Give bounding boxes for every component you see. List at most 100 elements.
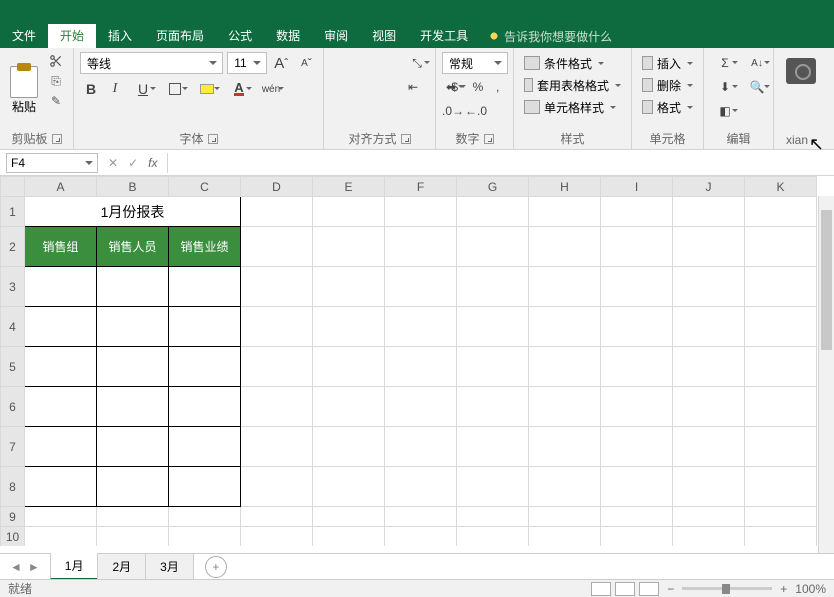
menu-formula[interactable]: 公式 [216, 24, 264, 48]
col-header[interactable]: J [673, 177, 745, 197]
copy-button[interactable]: ⎘ [46, 72, 66, 90]
clear-button[interactable]: ◧ [710, 100, 740, 122]
cancel-formula-button[interactable]: ✕ [108, 156, 118, 170]
font-size-combo[interactable]: 11 [227, 52, 266, 74]
cut-button[interactable] [46, 52, 66, 70]
view-break-button[interactable] [639, 582, 659, 596]
col-header[interactable]: G [457, 177, 529, 197]
col-header[interactable]: B [97, 177, 169, 197]
fill-button[interactable]: ⬇ [710, 76, 740, 98]
zoom-slider[interactable] [682, 587, 772, 590]
col-header[interactable]: D [241, 177, 313, 197]
col-header[interactable]: C [169, 177, 241, 197]
number-format-combo[interactable]: 常规 [442, 52, 508, 74]
find-button[interactable]: 🔍 [742, 76, 772, 98]
dialog-launcher-icon[interactable] [208, 134, 218, 144]
decrease-indent-button[interactable]: ⇤ [402, 76, 424, 98]
cell-style-button[interactable]: 单元格样式 [520, 96, 625, 118]
sort-filter-button[interactable]: A↓ [742, 52, 772, 74]
accounting-button[interactable]: $ [442, 76, 468, 98]
tab-next-button[interactable]: ► [26, 558, 42, 576]
col-header[interactable]: E [313, 177, 385, 197]
col-header[interactable]: F [385, 177, 457, 197]
row-header[interactable]: 8 [1, 467, 25, 507]
underline-button[interactable]: U [128, 78, 158, 100]
fill-color-button[interactable] [192, 78, 222, 100]
menu-data[interactable]: 数据 [264, 24, 312, 48]
decrease-decimal-button[interactable]: ←.0 [465, 100, 487, 122]
row-header[interactable]: 2 [1, 227, 25, 267]
phonetic-button[interactable]: wén [256, 78, 286, 100]
row-header[interactable]: 1 [1, 197, 25, 227]
delete-cells-button[interactable]: 删除 [638, 74, 697, 96]
dialog-launcher-icon[interactable] [401, 134, 411, 144]
bold-button[interactable]: B [80, 78, 102, 100]
sheet-tab-2[interactable]: 2月 [97, 554, 146, 580]
font-name-combo[interactable]: 等线 [80, 52, 223, 74]
menu-review[interactable]: 审阅 [312, 24, 360, 48]
italic-button[interactable]: I [104, 78, 126, 100]
align-left-button[interactable] [330, 73, 352, 95]
grow-font-button[interactable]: Aˆ [271, 52, 292, 74]
cell-header[interactable]: 销售组 [25, 227, 97, 267]
col-header[interactable]: A [25, 177, 97, 197]
spreadsheet-table[interactable]: A B C D E F G H I J K 1 1月份报表 2 销售组 销售人员… [0, 176, 817, 546]
row-header[interactable]: 6 [1, 387, 25, 427]
autosum-button[interactable]: Σ [710, 52, 740, 74]
cell-header[interactable]: 销售人员 [97, 227, 169, 267]
shrink-font-button[interactable]: Aˇ [296, 52, 317, 74]
menu-home[interactable]: 开始 [48, 24, 96, 48]
name-box[interactable]: F4 [6, 153, 98, 173]
row-header[interactable]: 4 [1, 307, 25, 347]
dialog-launcher-icon[interactable] [484, 134, 494, 144]
zoom-in-button[interactable]: + [780, 582, 787, 596]
row-header[interactable]: 10 [1, 527, 25, 547]
menu-dev[interactable]: 开发工具 [408, 24, 480, 48]
border-button[interactable] [160, 78, 190, 100]
increase-decimal-button[interactable]: .0→ [442, 100, 464, 122]
fx-button[interactable]: fx [148, 156, 157, 170]
col-header[interactable]: I [601, 177, 673, 197]
align-center-button[interactable] [353, 73, 375, 95]
align-bottom-button[interactable] [376, 52, 398, 74]
format-cells-button[interactable]: 格式 [638, 96, 697, 118]
formula-input[interactable] [167, 153, 834, 173]
orientation-button[interactable]: ⤡ [402, 52, 432, 74]
paste-button[interactable]: 粘贴 [6, 52, 42, 128]
tell-me[interactable]: 告诉我你想要做什么 [488, 28, 612, 45]
cell-header[interactable]: 销售业绩 [169, 227, 241, 267]
menu-view[interactable]: 视图 [360, 24, 408, 48]
col-header[interactable]: H [529, 177, 601, 197]
format-painter-button[interactable]: ✎ [46, 92, 66, 110]
menu-layout[interactable]: 页面布局 [144, 24, 216, 48]
insert-cells-button[interactable]: 插入 [638, 52, 697, 74]
zoom-value[interactable]: 100% [795, 582, 826, 596]
col-header[interactable]: K [745, 177, 817, 197]
align-right-button[interactable] [376, 73, 398, 95]
table-format-button[interactable]: 套用表格格式 [520, 74, 625, 96]
cell-title[interactable]: 1月份报表 [25, 197, 241, 227]
tab-prev-button[interactable]: ◄ [8, 558, 24, 576]
menu-insert[interactable]: 插入 [96, 24, 144, 48]
view-normal-button[interactable] [591, 582, 611, 596]
enter-formula-button[interactable]: ✓ [128, 156, 138, 170]
comma-button[interactable]: , [488, 76, 507, 98]
dialog-launcher-icon[interactable] [52, 134, 62, 144]
select-all-corner[interactable] [1, 177, 25, 197]
percent-button[interactable]: % [469, 76, 488, 98]
scrollbar-thumb[interactable] [821, 210, 832, 350]
view-layout-button[interactable] [615, 582, 635, 596]
zoom-thumb[interactable] [722, 584, 730, 594]
row-header[interactable]: 3 [1, 267, 25, 307]
vertical-scrollbar[interactable] [818, 196, 834, 553]
row-header[interactable]: 9 [1, 507, 25, 527]
row-header[interactable]: 5 [1, 347, 25, 387]
align-middle-button[interactable] [353, 52, 375, 74]
sheet-tab-3[interactable]: 3月 [145, 554, 194, 580]
menu-file[interactable]: 文件 [0, 24, 48, 48]
align-top-button[interactable] [330, 52, 352, 74]
conditional-format-button[interactable]: 条件格式 [520, 52, 625, 74]
font-color-button[interactable]: A [224, 78, 254, 100]
row-header[interactable]: 7 [1, 427, 25, 467]
sheet-tab-1[interactable]: 1月 [50, 553, 99, 580]
